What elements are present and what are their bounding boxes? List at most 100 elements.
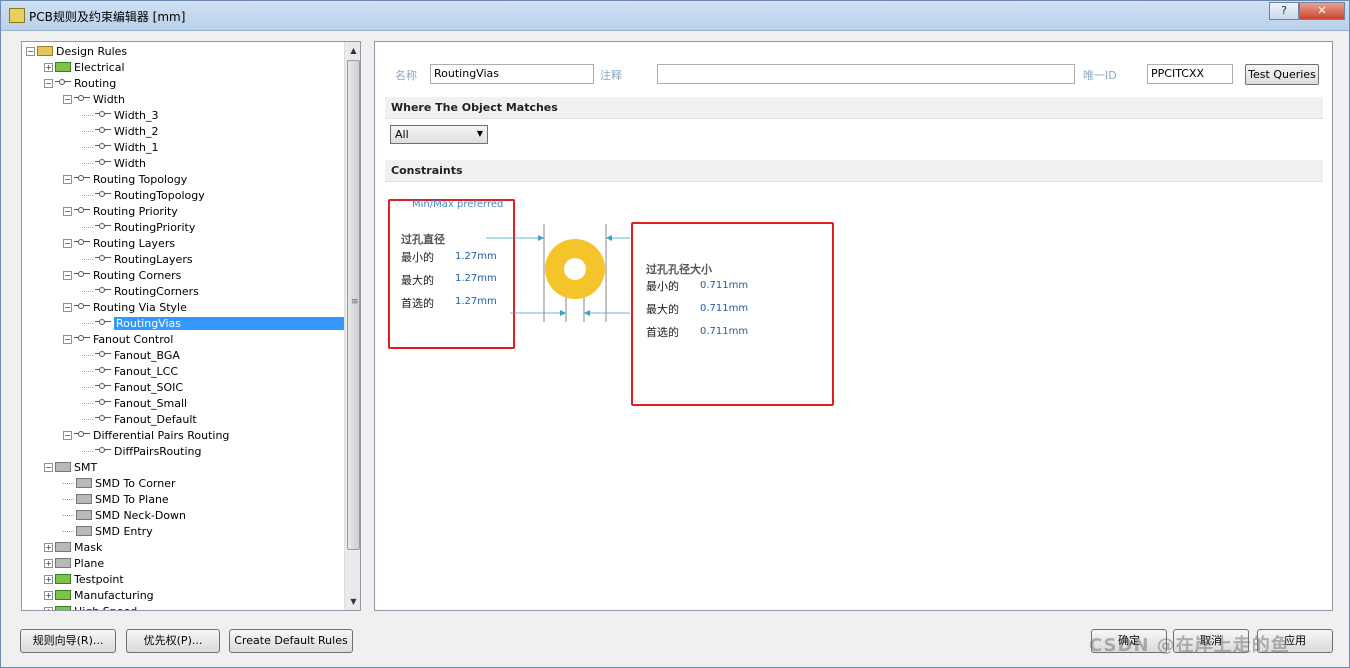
expand-icon[interactable]: + bbox=[44, 606, 53, 610]
tree-item[interactable]: RoutingCorners bbox=[82, 283, 199, 299]
tree-item[interactable]: − Routing Corners bbox=[63, 267, 181, 283]
comment-label: 注释 bbox=[600, 69, 622, 82]
tree-connector bbox=[82, 130, 93, 132]
rule-icon bbox=[95, 158, 111, 168]
tree-item[interactable]: Width_2 bbox=[82, 123, 158, 139]
expand-icon[interactable]: + bbox=[44, 574, 53, 584]
tree-item[interactable]: + High Speed bbox=[44, 603, 137, 610]
rule-icon bbox=[95, 142, 111, 152]
name-input[interactable]: RoutingVias bbox=[430, 64, 594, 84]
tree-item[interactable]: − Routing Priority bbox=[63, 203, 178, 219]
tree-item[interactable]: RoutingVias bbox=[82, 315, 344, 331]
hole-pref-value[interactable]: 0.711mm bbox=[700, 326, 748, 337]
priorities-button[interactable]: 优先权(P)... bbox=[126, 629, 220, 653]
tree-item[interactable]: Fanout_Default bbox=[82, 411, 197, 427]
window-title: PCB规则及约束编辑器 [mm] bbox=[29, 10, 186, 24]
tree-item[interactable]: − Design Rules bbox=[26, 43, 127, 59]
tree-item[interactable]: DiffPairsRouting bbox=[82, 443, 201, 459]
collapse-icon[interactable]: − bbox=[63, 334, 72, 344]
hole-max-value[interactable]: 0.711mm bbox=[700, 303, 748, 314]
rule-wizard-button[interactable]: 规则向导(R)... bbox=[20, 629, 116, 653]
expand-icon[interactable]: + bbox=[44, 590, 53, 600]
tree-item[interactable]: Width_3 bbox=[82, 107, 158, 123]
smt-icon bbox=[76, 526, 92, 536]
expand-icon[interactable]: + bbox=[44, 558, 53, 568]
collapse-icon[interactable]: − bbox=[44, 78, 53, 88]
tree-item[interactable]: RoutingPriority bbox=[82, 219, 195, 235]
collapse-icon[interactable]: − bbox=[44, 462, 53, 472]
collapse-icon[interactable]: − bbox=[63, 238, 72, 248]
scroll-thumb[interactable]: ≡ bbox=[347, 60, 360, 550]
tree-item[interactable]: Width bbox=[82, 155, 146, 171]
tree-item[interactable]: − Routing bbox=[44, 75, 116, 91]
tree-item[interactable]: Fanout_LCC bbox=[82, 363, 178, 379]
scroll-up-icon[interactable]: ▲ bbox=[345, 42, 360, 59]
tree-item[interactable]: + Mask bbox=[44, 539, 102, 555]
collapse-icon[interactable]: − bbox=[63, 270, 72, 280]
collapse-icon[interactable]: − bbox=[63, 430, 72, 440]
help-button[interactable]: ? bbox=[1269, 2, 1299, 20]
tree-item[interactable]: SMD Entry bbox=[63, 523, 153, 539]
tree-item[interactable]: − Routing Topology bbox=[63, 171, 187, 187]
tree-item[interactable]: − Routing Via Style bbox=[63, 299, 187, 315]
plane-icon bbox=[55, 558, 71, 568]
tree-item-label: Manufacturing bbox=[74, 588, 154, 602]
tree-item[interactable]: Fanout_SOIC bbox=[82, 379, 183, 395]
rule-icon bbox=[74, 206, 90, 216]
rule-icon bbox=[95, 318, 111, 328]
tree-connector bbox=[82, 418, 93, 420]
tree-item[interactable]: − Differential Pairs Routing bbox=[63, 427, 229, 443]
tree-item[interactable]: SMD To Corner bbox=[63, 475, 176, 491]
smt-icon bbox=[76, 494, 92, 504]
tree-item[interactable]: RoutingLayers bbox=[82, 251, 193, 267]
tree-item[interactable]: − Routing Layers bbox=[63, 235, 175, 251]
mask-icon bbox=[55, 542, 71, 552]
collapse-icon[interactable]: − bbox=[63, 94, 72, 104]
scroll-down-icon[interactable]: ▼ bbox=[345, 593, 360, 610]
tree-connector bbox=[82, 194, 93, 196]
tree-scrollbar[interactable]: ▲ ≡ ▼ bbox=[344, 42, 360, 610]
expand-icon[interactable]: + bbox=[44, 542, 53, 552]
tree-item-label: Fanout_LCC bbox=[114, 364, 179, 378]
preference-note[interactable]: Min/Max preferred bbox=[412, 199, 503, 210]
collapse-icon[interactable]: − bbox=[26, 46, 35, 56]
comment-input[interactable] bbox=[657, 64, 1075, 84]
tree-item[interactable]: + Manufacturing bbox=[44, 587, 154, 603]
collapse-icon[interactable]: − bbox=[63, 174, 72, 184]
tree-item[interactable]: + Testpoint bbox=[44, 571, 124, 587]
test-queries-button[interactable]: Test Queries bbox=[1245, 64, 1319, 85]
rule-icon bbox=[95, 190, 111, 200]
collapse-icon[interactable]: − bbox=[63, 302, 72, 312]
create-default-rules-button[interactable]: Create Default Rules bbox=[229, 629, 353, 653]
diameter-heading: 过孔直径 bbox=[401, 233, 445, 246]
close-button[interactable]: ✕ bbox=[1299, 2, 1345, 20]
tree-item[interactable]: Width_1 bbox=[82, 139, 158, 155]
tree-item[interactable]: − Width bbox=[63, 91, 125, 107]
hole-min-value[interactable]: 0.711mm bbox=[700, 280, 748, 291]
object-match-select[interactable]: All ▼ bbox=[390, 125, 488, 144]
tree-item[interactable]: SMD Neck-Down bbox=[63, 507, 186, 523]
expand-icon[interactable]: + bbox=[44, 62, 53, 72]
tree-item[interactable]: Fanout_BGA bbox=[82, 347, 180, 363]
rule-icon bbox=[95, 350, 111, 360]
tree-connector bbox=[63, 482, 74, 484]
tree-item-label: RoutingVias bbox=[114, 316, 344, 330]
tree-item-label: Routing Layers bbox=[93, 236, 176, 250]
tree-item[interactable]: + Plane bbox=[44, 555, 104, 571]
tree-item[interactable]: Fanout_Small bbox=[82, 395, 187, 411]
tree-item[interactable]: − SMT bbox=[44, 459, 97, 475]
rule-icon bbox=[95, 366, 111, 376]
tree-item[interactable]: RoutingTopology bbox=[82, 187, 205, 203]
unique-id-input[interactable]: PPCITCXX bbox=[1147, 64, 1233, 84]
tree-item-label: Fanout Control bbox=[93, 332, 174, 346]
tree-item[interactable]: − Fanout Control bbox=[63, 331, 173, 347]
tree-connector bbox=[82, 450, 93, 452]
grip-icon: ≡ bbox=[351, 297, 359, 307]
smt-icon bbox=[76, 510, 92, 520]
collapse-icon[interactable]: − bbox=[63, 206, 72, 216]
tree-item[interactable]: + Electrical bbox=[44, 59, 125, 75]
title-bar[interactable]: PCB规则及约束编辑器 [mm] ? ✕ bbox=[1, 1, 1349, 31]
tree-item[interactable]: SMD To Plane bbox=[63, 491, 169, 507]
dropdown-arrow-icon: ▼ bbox=[476, 129, 483, 138]
tree-item-label: Fanout_SOIC bbox=[114, 380, 184, 394]
